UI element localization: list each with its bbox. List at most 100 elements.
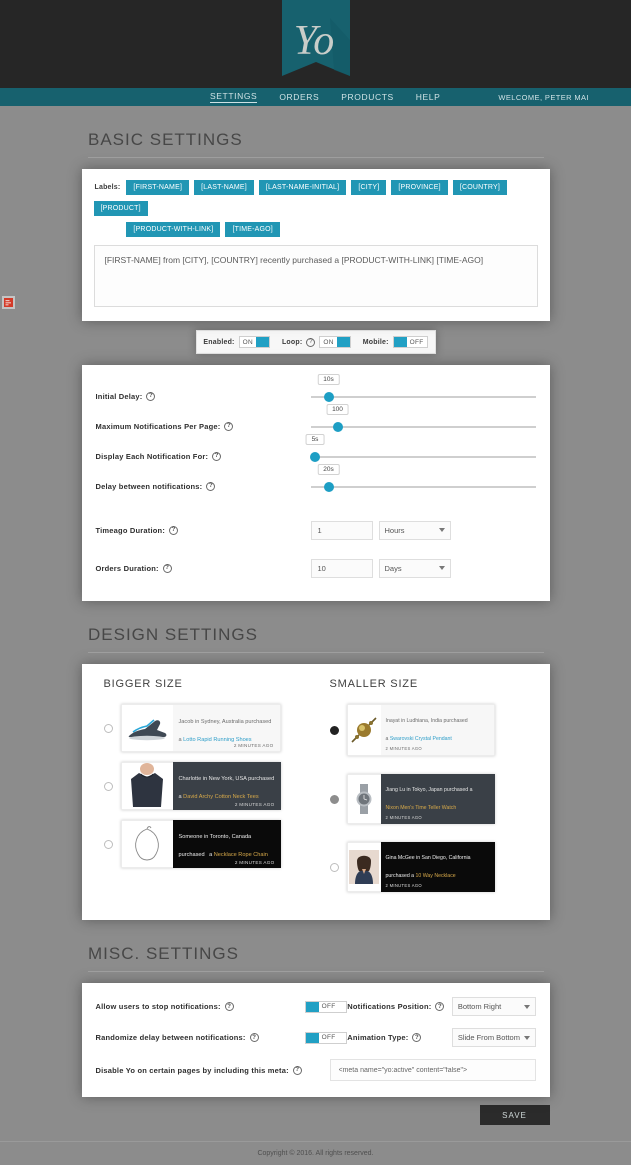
timeago-duration-unit-value: Hours [384, 525, 405, 535]
disable-meta-input[interactable] [329, 1059, 536, 1081]
delay-between-slider[interactable]: 20s [310, 464, 536, 496]
radio-smaller-3[interactable] [329, 862, 339, 872]
misc-row-allow-stop: Allow users to stop notifications: ? OFF… [96, 997, 536, 1016]
animation-type-label: Animation Type: [347, 1033, 409, 1042]
max-notifications-help-icon[interactable]: ? [224, 421, 234, 431]
timeago-duration-unit-select[interactable]: Hours [378, 520, 451, 540]
notif-bigger-3-product-link[interactable]: Necklace Rope Chain [214, 852, 268, 858]
notif-smaller-1-line1: Inayat in Ludhiana, India purchased [385, 718, 468, 724]
nav-item-orders[interactable]: ORDERS [279, 92, 319, 102]
notification-preview-smaller-1[interactable]: Inayat in Ludhiana, India purchased a Sw… [346, 704, 495, 756]
orders-duration-help-icon[interactable]: ? [162, 563, 172, 573]
chevron-down-icon [438, 566, 445, 570]
timeago-duration-label: Timeago Duration: [95, 525, 166, 535]
randomize-delay-toggle[interactable]: OFF [304, 1031, 348, 1044]
notification-preview-smaller-3[interactable]: Gina McGee in San Diego, California purc… [346, 842, 495, 892]
browser-extension-badge-icon[interactable] [2, 296, 15, 309]
label-tag-product-with-link[interactable]: [PRODUCT-WITH-LINK] [126, 222, 221, 237]
radio-smaller-1[interactable] [329, 725, 339, 735]
nav-item-settings[interactable]: SETTINGS [210, 91, 258, 103]
display-duration-thumb[interactable] [310, 452, 320, 462]
design-option-smaller-3[interactable]: Gina McGee in San Diego, California purc… [329, 842, 536, 892]
label-tag-city[interactable]: [CITY] [351, 180, 387, 195]
delay-between-help-icon[interactable]: ? [206, 481, 216, 491]
design-option-smaller-2[interactable]: Jiang Lu in Tokyo, Japan purchased a Nix… [329, 774, 536, 824]
save-button[interactable]: SAVE [479, 1105, 550, 1125]
notif-smaller-3-line1: Gina McGee in San Diego, California [385, 855, 471, 861]
welcome-user-label: WELCOME, PETER MAI [498, 92, 589, 102]
nav-item-help[interactable]: HELP [416, 92, 441, 102]
smaller-size-column: SMALLER SIZE Inayat in Ludhiana, India p… [316, 678, 550, 902]
design-option-bigger-1[interactable]: Jacob in Sydney, Australia purchased a L… [103, 704, 302, 752]
design-option-smaller-1[interactable]: Inayat in Ludhiana, India purchased a Sw… [329, 704, 536, 756]
notif-smaller-2-product-link[interactable]: Nixon Men's Time Teller Watch [386, 805, 457, 811]
notif-bigger-1-line1: Jacob in Sydney, Australia purchased [178, 719, 272, 725]
timeago-duration-help-icon[interactable]: ? [169, 525, 179, 535]
radio-bigger-1[interactable] [103, 723, 113, 733]
smaller-size-title: SMALLER SIZE [329, 678, 418, 690]
orders-duration-input[interactable] [310, 558, 373, 578]
notifications-position-select[interactable]: Bottom Right [451, 997, 536, 1016]
notif-smaller-2-line1: Jiang Lu in Tokyo, Japan purchased a [385, 787, 473, 793]
label-tag-product[interactable]: [PRODUCT] [93, 201, 148, 216]
nav-item-products[interactable]: PRODUCTS [341, 92, 394, 102]
animation-type-help-icon[interactable]: ? [412, 1033, 422, 1042]
max-notifications-thumb[interactable] [332, 422, 343, 432]
enabled-label: Enabled: [203, 338, 235, 346]
label-tag-country[interactable]: [COUNTRY] [452, 180, 507, 195]
initial-delay-help-icon[interactable]: ? [146, 391, 156, 401]
design-option-bigger-2[interactable]: Charlotte in New York, USA purchased a D… [103, 762, 302, 810]
toggles-strip: Enabled: ON Loop: ? ON Mobile: OFF [195, 330, 436, 354]
max-notifications-label: Maximum Notifications Per Page: [95, 421, 221, 431]
max-notifications-slider[interactable]: 100 [310, 404, 536, 436]
initial-delay-thumb[interactable] [323, 392, 334, 402]
notification-preview-bigger-1[interactable]: Jacob in Sydney, Australia purchased a L… [120, 704, 281, 752]
notif-smaller-3-timeago: 2 MINUTES AGO [385, 883, 422, 888]
max-notifications-track [310, 426, 536, 428]
orders-duration-unit-select[interactable]: Days [378, 558, 451, 578]
misc-row-disable-meta: Disable Yo on certain pages by including… [96, 1059, 536, 1081]
label-tag-province[interactable]: [PROVINCE] [391, 180, 448, 195]
toggle-group-enabled: Enabled: ON [203, 336, 270, 348]
label-tag-last-name[interactable]: [LAST-NAME] [194, 180, 254, 195]
radio-smaller-2[interactable] [329, 794, 339, 804]
animation-type-select[interactable]: Slide From Bottom [451, 1028, 536, 1047]
yo-logo[interactable]: Yo [278, 0, 354, 88]
display-duration-help-icon[interactable]: ? [212, 451, 222, 461]
timeago-duration-input[interactable] [310, 520, 373, 540]
randomize-delay-toggle-knob [305, 1032, 319, 1043]
radio-bigger-2[interactable] [103, 781, 113, 791]
labels-caption: Labels: [94, 184, 121, 191]
label-tag-last-name-initial[interactable]: [LAST-NAME-INITIAL] [258, 180, 347, 195]
display-duration-slider[interactable]: 5s [305, 434, 536, 466]
notification-preview-bigger-2[interactable]: Charlotte in New York, USA purchased a D… [120, 762, 281, 810]
allow-stop-label: Allow users to stop notifications: [95, 1002, 221, 1011]
randomize-delay-help-icon[interactable]: ? [249, 1033, 259, 1042]
initial-delay-slider[interactable]: 10s [310, 374, 536, 406]
notification-preview-smaller-2[interactable]: Jiang Lu in Tokyo, Japan purchased a Nix… [346, 774, 495, 824]
disable-meta-help-icon[interactable]: ? [292, 1065, 302, 1075]
notif-smaller-3-product-link[interactable]: 10 Way Necklace [416, 873, 456, 879]
mobile-toggle[interactable]: OFF [392, 336, 428, 348]
radio-bigger-3[interactable] [103, 839, 113, 849]
design-option-bigger-3[interactable]: Someone in Toronto, Canada purchased a N… [103, 820, 302, 868]
loop-help-icon[interactable]: ? [306, 337, 316, 347]
notification-preview-bigger-3[interactable]: Someone in Toronto, Canada purchased a N… [120, 820, 281, 868]
notifications-position-help-icon[interactable]: ? [435, 1002, 445, 1011]
allow-stop-toggle[interactable]: OFF [304, 1000, 348, 1013]
notif-bigger-2-product-link[interactable]: David Archy Cotton Neck Tees [183, 794, 258, 800]
label-tag-first-name[interactable]: [FIRST-NAME] [126, 180, 190, 195]
label-tag-time-ago[interactable]: [TIME-AGO] [225, 222, 280, 237]
delay-between-thumb[interactable] [323, 482, 334, 492]
notification-template-textarea[interactable]: [FIRST-NAME] from [CITY], [COUNTRY] rece… [93, 245, 538, 307]
allow-stop-toggle-knob [305, 1001, 319, 1012]
footer-copyright: Copyright © 2016. All rights reserved. [0, 1141, 631, 1165]
allow-stop-help-icon[interactable]: ? [224, 1002, 234, 1011]
initial-delay-value: 10s [317, 374, 340, 385]
notif-smaller-1-product-link[interactable]: Swarovski Crystal Pendant [390, 736, 452, 742]
labels-row-second: Labels: [PRODUCT-WITH-LINK] [TIME-AGO] [94, 222, 538, 243]
enabled-toggle[interactable]: ON [238, 336, 270, 348]
loop-toggle[interactable]: ON [319, 336, 351, 348]
loop-toggle-state: ON [323, 338, 334, 346]
display-duration-label: Display Each Notification For: [95, 451, 209, 461]
